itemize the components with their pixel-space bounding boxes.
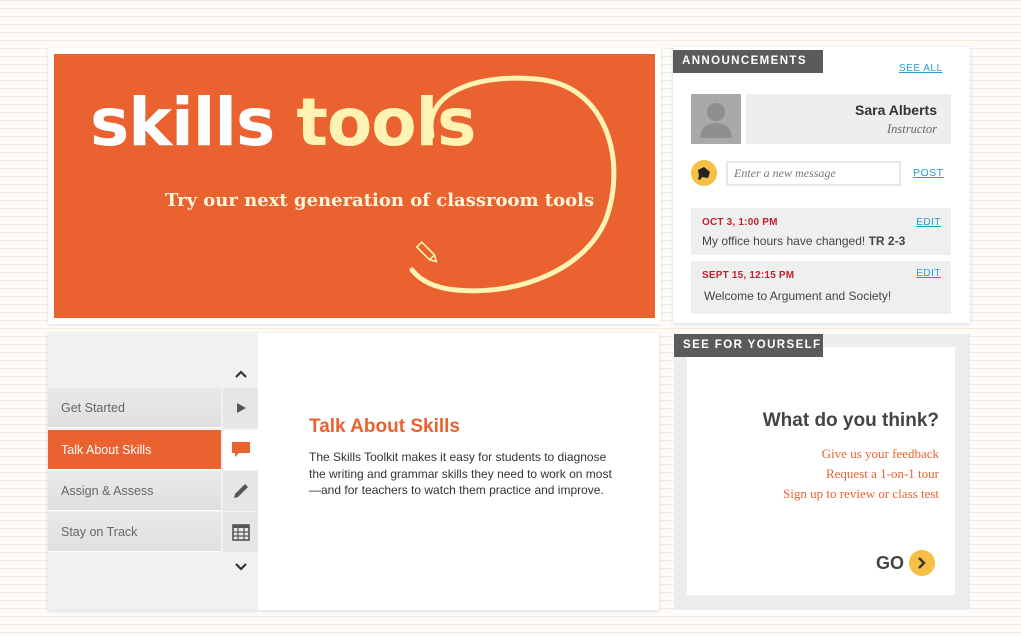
feedback-question: What do you think? bbox=[762, 410, 939, 431]
announcement-text: My office hours have changed! TR 2-3 bbox=[702, 234, 905, 248]
feedback-link[interactable]: Give us your feedback bbox=[822, 446, 939, 462]
profile-info: Sara Alberts Instructor bbox=[746, 94, 951, 144]
avatar[interactable] bbox=[691, 94, 741, 144]
nav-item-talk-about-skills[interactable]: Talk About Skills bbox=[48, 430, 221, 470]
megaphone-icon bbox=[691, 160, 717, 186]
message-input[interactable] bbox=[726, 161, 901, 186]
edit-link[interactable]: EDIT bbox=[916, 217, 941, 228]
see-for-yourself-heading: SEE FOR YOURSELF bbox=[674, 334, 823, 357]
pencil-icon[interactable] bbox=[223, 471, 258, 511]
tour-link[interactable]: Request a 1-on-1 tour bbox=[826, 466, 939, 482]
announcement-item: SEPT 15, 12:15 PM EDIT Welcome to Argume… bbox=[691, 261, 951, 314]
announcement-text: Welcome to Argument and Society! bbox=[704, 289, 892, 303]
pencil-icon bbox=[415, 240, 438, 263]
announcements-heading: ANNOUNCEMENTS bbox=[673, 50, 823, 73]
nav-item-get-started[interactable]: Get Started bbox=[48, 388, 221, 428]
signup-link[interactable]: Sign up to review or class test bbox=[783, 486, 939, 502]
hero-banner[interactable]: skills tools Try our next generation of … bbox=[54, 54, 655, 318]
chevron-right-icon bbox=[918, 557, 926, 569]
announcement-date: SEPT 15, 12:15 PM bbox=[702, 270, 795, 281]
announcement-highlight: TR 2-3 bbox=[868, 234, 906, 248]
play-icon[interactable] bbox=[223, 388, 258, 428]
profile-role: Instructor bbox=[887, 122, 937, 136]
announcement-item: OCT 3, 1:00 PM EDIT My office hours have… bbox=[691, 208, 951, 255]
chevron-up-icon[interactable] bbox=[224, 364, 258, 384]
edit-link[interactable]: EDIT bbox=[916, 268, 941, 279]
chevron-down-icon[interactable] bbox=[224, 557, 258, 577]
post-button[interactable]: POST bbox=[913, 167, 944, 179]
user-silhouette-icon bbox=[700, 103, 732, 138]
see-all-link[interactable]: SEE ALL bbox=[899, 63, 943, 74]
nav-item-assign-assess[interactable]: Assign & Assess bbox=[48, 471, 221, 511]
skill-title: Talk About Skills bbox=[309, 416, 460, 437]
pencil-swirl-graphic bbox=[409, 75, 617, 294]
chat-icon[interactable] bbox=[223, 430, 258, 470]
nav-item-stay-on-track[interactable]: Stay on Track bbox=[48, 512, 221, 552]
go-button[interactable] bbox=[909, 550, 935, 576]
skill-description: The Skills Toolkit makes it easy for stu… bbox=[309, 450, 612, 497]
calendar-icon[interactable] bbox=[223, 512, 258, 552]
announcement-message: My office hours have changed! bbox=[702, 234, 866, 248]
announcement-date: OCT 3, 1:00 PM bbox=[702, 217, 778, 228]
profile-name: Sara Alberts bbox=[855, 102, 937, 118]
go-label[interactable]: GO bbox=[876, 553, 904, 574]
